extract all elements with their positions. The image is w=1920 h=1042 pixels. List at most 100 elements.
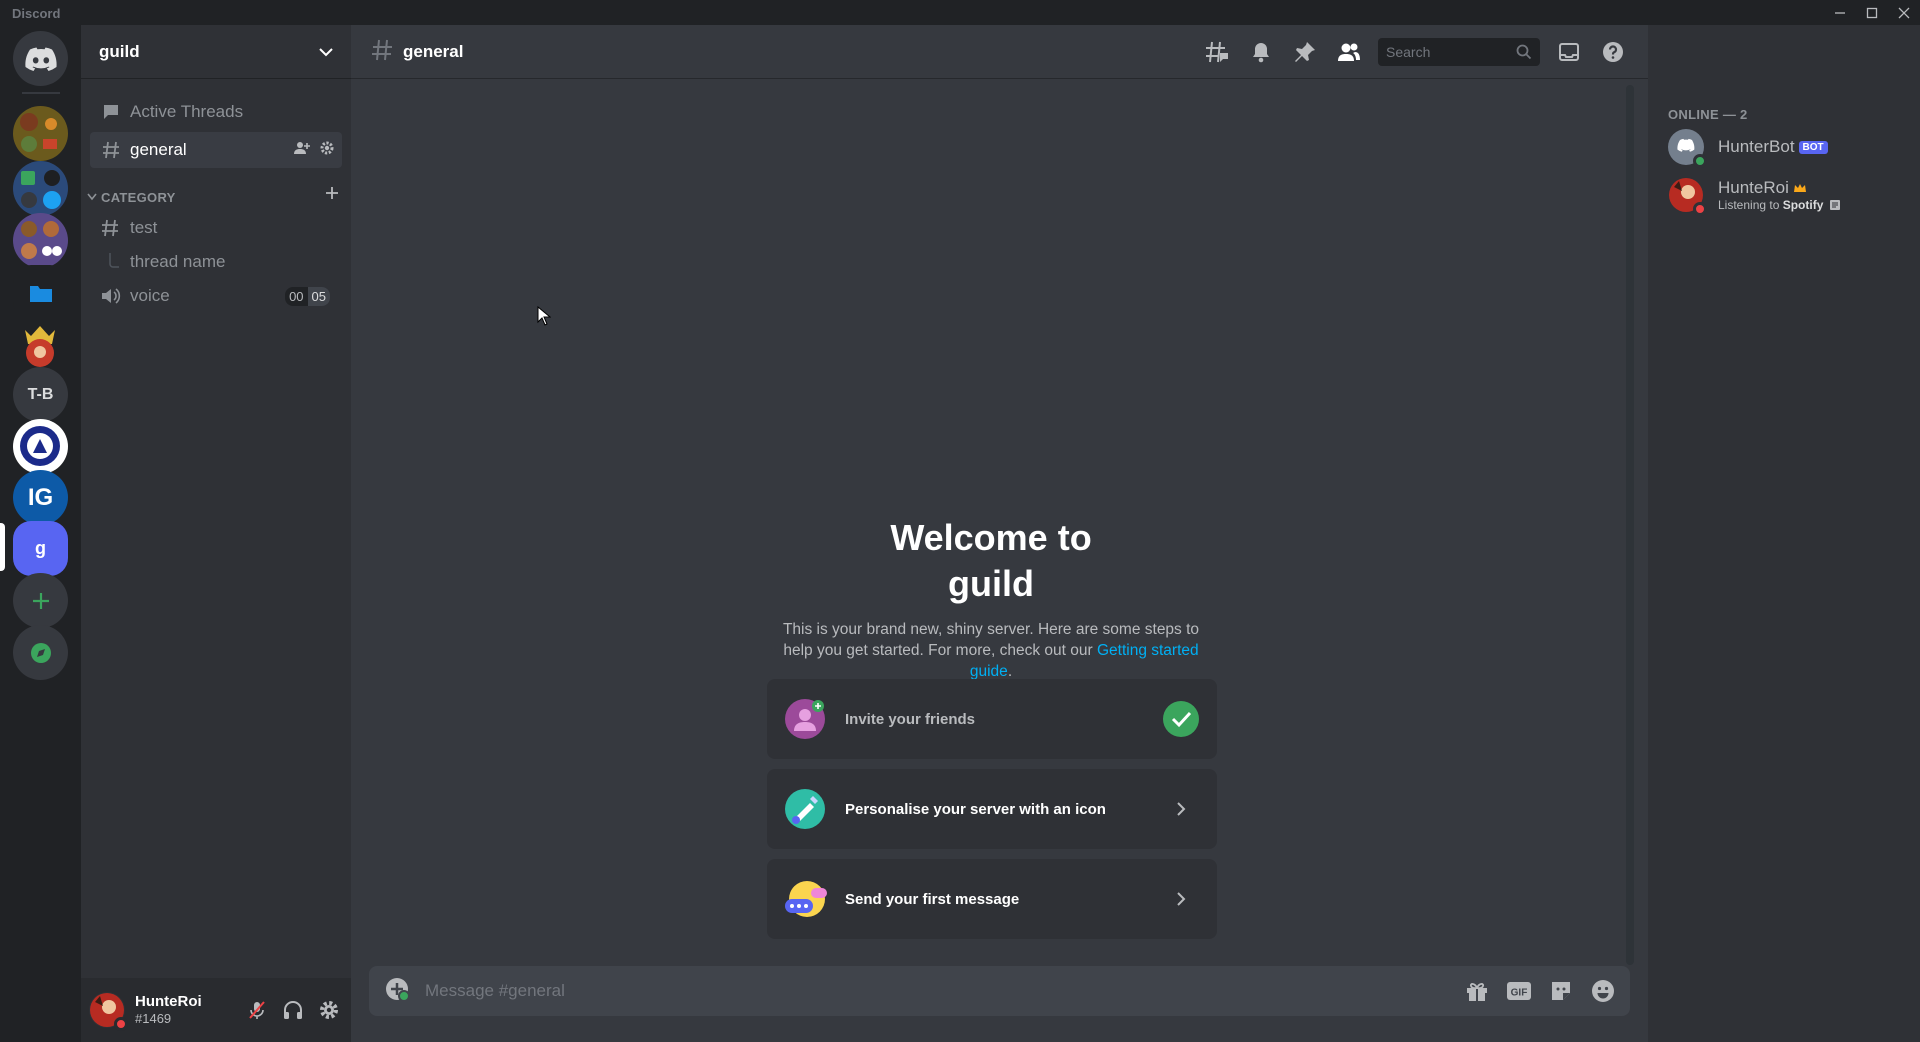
maximize-button[interactable]	[1856, 0, 1888, 25]
help-button[interactable]	[1598, 37, 1628, 67]
chat-bubble-icon	[785, 879, 827, 919]
message-input[interactable]	[425, 981, 1462, 1001]
invite-icon[interactable]	[294, 140, 310, 160]
search-icon	[1516, 44, 1532, 60]
minimize-icon	[1835, 11, 1845, 14]
category-label: CATEGORY	[101, 189, 176, 205]
server-folder[interactable]	[13, 265, 68, 320]
mouse-cursor-icon	[537, 306, 551, 326]
activity-app: Spotify	[1782, 198, 1824, 212]
search-input[interactable]	[1386, 44, 1506, 60]
chevron-right-icon	[1163, 791, 1199, 827]
avatar	[1668, 129, 1707, 168]
emoji-button[interactable]	[1588, 976, 1618, 1006]
category-header[interactable]: CATEGORY	[81, 184, 351, 210]
crest-icon	[20, 426, 60, 466]
svg-text:GIF: GIF	[1511, 988, 1528, 999]
hash-icon	[100, 141, 122, 159]
user-discriminator: #1469	[135, 1011, 172, 1026]
minimize-button[interactable]	[1824, 0, 1856, 25]
server-icon-2[interactable]	[13, 161, 68, 216]
thread-spine-icon	[100, 253, 122, 271]
guild-header[interactable]: guild	[81, 25, 351, 79]
avatar	[1668, 177, 1707, 216]
member-list-button[interactable]	[1334, 37, 1364, 67]
title-bar: Discord	[0, 0, 1920, 25]
server-icon-ig[interactable]: IG	[13, 470, 68, 525]
threads-button[interactable]	[1202, 37, 1232, 67]
member-name: HunteRoi	[1718, 178, 1789, 197]
sticker-button[interactable]	[1546, 976, 1576, 1006]
channel-label: general	[130, 140, 187, 159]
help-icon	[1603, 42, 1623, 62]
discord-logo-icon	[24, 47, 57, 71]
member-item[interactable]: HunteRoi Listening to Spotify	[1656, 172, 1912, 218]
gear-icon[interactable]	[320, 140, 334, 160]
channel-sidebar: guild Active Threads general CATEGORY te…	[81, 25, 351, 1042]
server-icon-1[interactable]	[13, 106, 68, 161]
mute-button[interactable]	[241, 994, 273, 1026]
sticker-icon	[1552, 982, 1570, 1000]
card-label: Personalise your server with an icon	[845, 800, 1106, 818]
username: HunteRoi	[135, 993, 202, 1010]
character-icon	[25, 326, 55, 367]
speaker-icon	[100, 287, 122, 305]
create-channel-icon[interactable]	[325, 186, 339, 203]
server-label: T-B	[27, 385, 54, 403]
welcome-description: This is your brand new, shiny server. He…	[771, 619, 1211, 682]
channel-voice[interactable]: voice 00 05	[90, 280, 342, 312]
user-settings-button[interactable]	[313, 994, 345, 1026]
first-message-card[interactable]: Send your first message	[767, 859, 1217, 939]
voice-user-limit: 00 05	[285, 286, 330, 306]
add-server-button[interactable]	[13, 573, 68, 628]
avatar-cluster-icon	[20, 113, 57, 152]
app-title: Discord	[12, 6, 61, 21]
add-file-icon	[386, 978, 410, 1002]
user-panel: HunteRoi #1469	[81, 978, 351, 1042]
chevron-down-icon	[319, 47, 333, 56]
channel-label: test	[130, 218, 158, 237]
welcome-title-line1: Welcome to	[890, 517, 1092, 558]
thread-item[interactable]: thread name	[90, 246, 342, 278]
folder-icon	[29, 285, 52, 302]
close-icon	[1898, 7, 1910, 18]
member-item[interactable]: HunterBot BOT	[1656, 126, 1912, 168]
server-icon-crown[interactable]	[13, 316, 68, 371]
home-button[interactable]	[13, 31, 68, 86]
channel-general[interactable]: general	[90, 132, 342, 168]
message-composer: GIF	[369, 966, 1630, 1016]
bell-icon	[1253, 43, 1269, 63]
close-button[interactable]	[1888, 0, 1920, 25]
upload-button[interactable]	[385, 977, 410, 1005]
gift-button[interactable]	[1462, 976, 1492, 1006]
gif-button[interactable]: GIF	[1504, 976, 1534, 1006]
headphones-icon	[284, 1001, 302, 1019]
check-icon	[1163, 701, 1199, 737]
server-rail: T-B IG g	[0, 25, 81, 1042]
server-icon-crest[interactable]	[13, 419, 68, 474]
thread-hash-icon	[100, 219, 122, 237]
inbox-button[interactable]	[1554, 37, 1584, 67]
threads-icon	[1206, 41, 1228, 63]
deafen-button[interactable]	[277, 994, 309, 1026]
gift-icon	[1467, 983, 1487, 1001]
card-label: Send your first message	[845, 890, 1020, 908]
channel-test[interactable]: test	[90, 212, 342, 244]
server-icon-3[interactable]	[13, 213, 68, 268]
chevron-right-icon	[1163, 881, 1199, 917]
avatar[interactable]	[89, 992, 128, 1031]
card-label: Invite your friends	[845, 710, 976, 728]
active-threads-label: Active Threads	[130, 102, 244, 121]
server-label: IG	[27, 483, 54, 511]
server-icon-guild[interactable]: g	[13, 521, 68, 576]
invite-friends-card[interactable]: Invite your friends	[767, 679, 1217, 759]
server-icon-tb[interactable]: T-B	[13, 367, 68, 422]
welcome-title-line2: guild	[948, 563, 1034, 604]
pinned-messages-button[interactable]	[1290, 37, 1320, 67]
explore-servers-button[interactable]	[13, 625, 68, 680]
active-threads-item[interactable]: Active Threads	[90, 94, 342, 130]
emoji-icon	[1592, 980, 1614, 1002]
personalise-server-card[interactable]: Personalise your server with an icon	[767, 769, 1217, 849]
notifications-button[interactable]	[1246, 37, 1276, 67]
search-box[interactable]	[1378, 38, 1540, 66]
